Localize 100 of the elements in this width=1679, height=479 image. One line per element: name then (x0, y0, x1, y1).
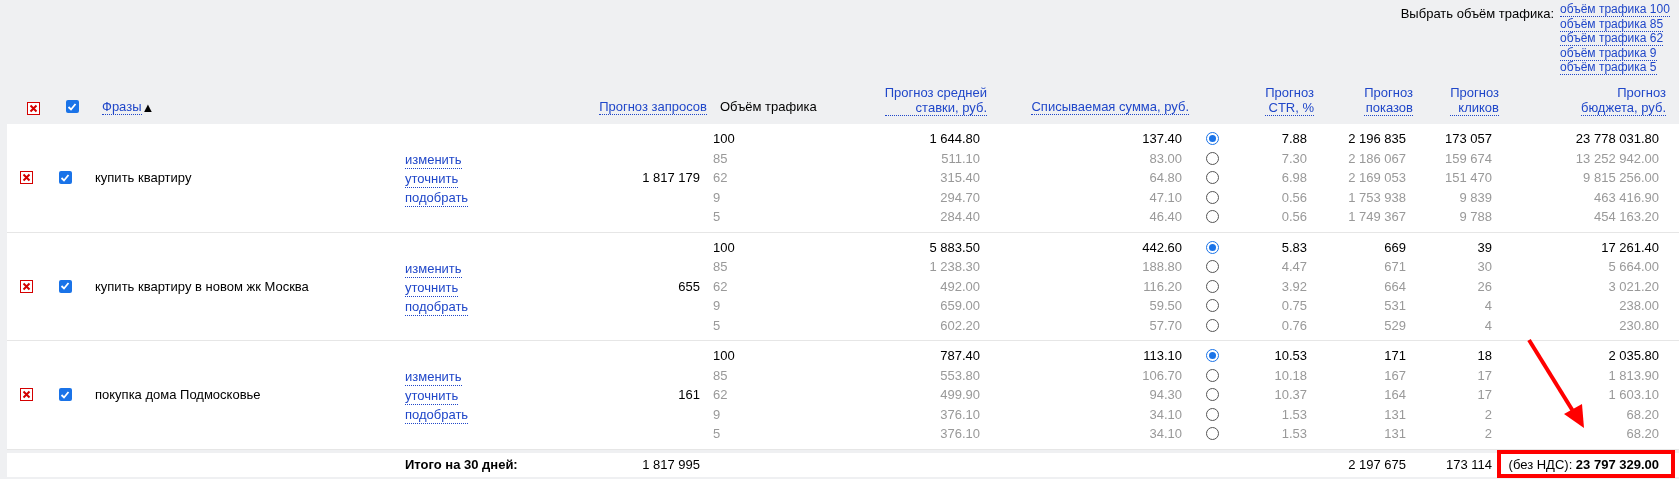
bid-value: 659.00 (940, 297, 980, 315)
clicks-value: 4 (1484, 316, 1492, 335)
total-clicks: 173 114 (1445, 456, 1492, 472)
budget-value: 1 813.90 (1608, 366, 1659, 385)
total-impressions: 2 197 675 (1348, 456, 1406, 472)
traffic-option-link[interactable]: объём трафика 85 (1560, 16, 1664, 32)
delete-icon[interactable] (19, 171, 33, 185)
ctr-value: 0.56 (1281, 188, 1307, 207)
requests-value: 161 (678, 387, 700, 402)
phrase-action-link[interactable]: подобрать (405, 407, 469, 425)
impressions-value: 167 (1384, 366, 1406, 385)
bid-header[interactable]: Прогноз средней ставки, руб. (884, 85, 987, 116)
phrase-action-link[interactable]: изменить (405, 369, 462, 387)
charge-value: 188.80 (1142, 258, 1182, 276)
impressions-value: 2 196 835 (1348, 130, 1406, 148)
impressions-value: 531 (1384, 297, 1406, 315)
phrase-action-link[interactable]: уточнить (405, 171, 459, 189)
volume-value: 85 (713, 149, 728, 168)
budget-value: 68.20 (1626, 405, 1659, 424)
phrase-action-link[interactable]: уточнить (405, 388, 459, 406)
impressions-value: 671 (1384, 258, 1406, 276)
ctr-value: 5.83 (1281, 238, 1307, 257)
traffic-option-link[interactable]: объём трафика 62 (1560, 31, 1664, 46)
impressions-value: 2 186 067 (1348, 149, 1406, 168)
charge-value: 442.60 (1142, 238, 1182, 257)
volume-value: 85 (713, 258, 728, 276)
checkbox[interactable] (58, 171, 72, 185)
phrase-text: купить квартиру в новом жк Москва (95, 278, 309, 294)
radio-button[interactable] (1205, 388, 1219, 402)
phrase-action-link[interactable]: изменить (405, 152, 462, 170)
volume-value: 62 (713, 169, 728, 187)
volume-value: 9 (713, 188, 721, 207)
budget-value: 454 163.20 (1593, 208, 1659, 226)
radio-button[interactable] (1205, 132, 1219, 146)
volume-value: 9 (713, 405, 721, 424)
checkbox[interactable] (65, 100, 79, 113)
clicks-header[interactable]: Прогноз кликов (1450, 85, 1499, 116)
delete-icon[interactable] (19, 388, 33, 402)
ctr-value: 4.47 (1281, 258, 1307, 276)
radio-button[interactable] (1205, 427, 1219, 441)
traffic-option-link[interactable]: объём трафика 5 (1560, 60, 1657, 75)
charge-value: 57.70 (1149, 316, 1182, 335)
radio-button[interactable] (1205, 407, 1219, 421)
bid-value: 511.10 (941, 149, 980, 168)
total-label: Итого на 30 дней: (405, 456, 518, 472)
impressions-value: 171 (1384, 347, 1406, 365)
ctr-value: 10.53 (1274, 347, 1307, 365)
charge-header[interactable]: Списываемая сумма, руб. (1031, 98, 1189, 115)
radio-button[interactable] (1205, 299, 1219, 313)
delete-icon[interactable] (26, 102, 40, 115)
checkbox[interactable] (58, 279, 72, 293)
traffic-option-link[interactable]: объём трафика 100 (1560, 2, 1670, 17)
ctr-value: 1.53 (1281, 405, 1307, 424)
bid-value: 1 644.80 (929, 130, 980, 148)
impressions-value: 1 749 367 (1348, 208, 1406, 226)
charge-value: 106.70 (1142, 366, 1182, 385)
radio-button[interactable] (1205, 151, 1219, 165)
clicks-value: 39 (1477, 238, 1492, 257)
traffic-option-link[interactable]: объём трафика 9 (1560, 45, 1657, 61)
charge-value: 94.30 (1149, 386, 1182, 404)
bid-value: 376.10 (940, 405, 980, 424)
delete-icon[interactable] (19, 279, 33, 293)
radio-button[interactable] (1205, 279, 1219, 293)
phrase-action-link[interactable]: изменить (405, 260, 462, 278)
clicks-value: 17 (1477, 366, 1492, 385)
requests-header[interactable]: Прогноз запросов (599, 98, 707, 115)
bid-value: 1 238.30 (929, 258, 980, 276)
checkbox[interactable] (58, 388, 72, 402)
charge-value: 47.10 (1149, 188, 1182, 207)
radio-button[interactable] (1205, 318, 1219, 332)
radio-button[interactable] (1205, 240, 1219, 254)
charge-value: 34.10 (1149, 405, 1182, 424)
phrase-action-link[interactable]: подобрать (405, 190, 469, 208)
clicks-value: 159 674 (1445, 149, 1492, 168)
charge-value: 46.40 (1149, 208, 1182, 226)
impressions-header[interactable]: Прогноз показов (1364, 85, 1413, 116)
radio-button[interactable] (1205, 190, 1219, 204)
charge-value: 116.20 (1143, 277, 1182, 296)
radio-button[interactable] (1205, 210, 1219, 224)
ctr-value: 0.56 (1281, 208, 1307, 226)
bid-value: 284.40 (940, 208, 980, 226)
phrases-header[interactable]: Фразы (102, 98, 142, 115)
radio-button[interactable] (1205, 368, 1219, 382)
radio-button[interactable] (1205, 349, 1219, 363)
impressions-value: 164 (1384, 386, 1406, 404)
ctr-header[interactable]: Прогноз CTR, % (1265, 85, 1314, 116)
phrase-action-link[interactable]: подобрать (405, 298, 469, 316)
radio-button[interactable] (1205, 171, 1219, 185)
volume-value: 62 (713, 277, 728, 296)
phrase-action-link[interactable]: уточнить (405, 279, 459, 297)
bid-value: 5 883.50 (929, 238, 980, 257)
clicks-value: 151 470 (1445, 169, 1492, 187)
ctr-value: 10.37 (1274, 386, 1307, 404)
radio-button[interactable] (1205, 260, 1219, 274)
budget-header[interactable]: Прогноз бюджета, руб. (1580, 85, 1666, 116)
budget-value: 23 778 031.80 (1575, 130, 1659, 148)
charge-value: 113.10 (1143, 347, 1182, 365)
bid-value: 376.10 (940, 425, 980, 443)
total-requests: 1 817 995 (642, 456, 700, 472)
traffic-selector-label: Выбрать объём трафика: (1400, 6, 1554, 21)
